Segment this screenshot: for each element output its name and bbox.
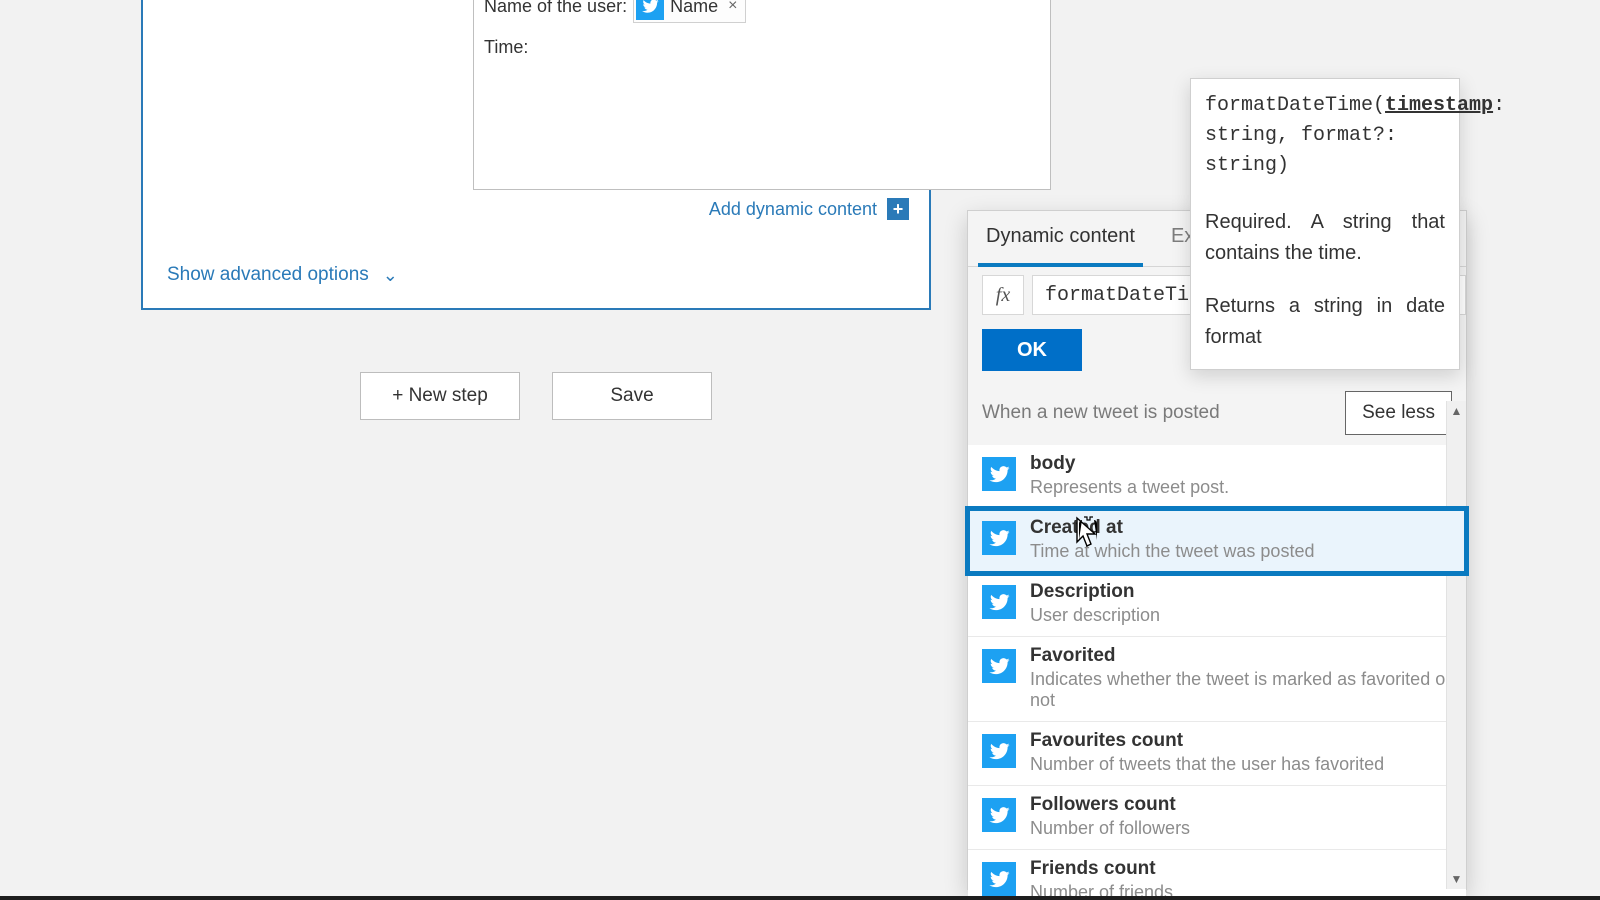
list-item[interactable]: Friends countNumber of friends bbox=[968, 850, 1466, 900]
save-button[interactable]: Save bbox=[552, 372, 712, 420]
ok-button[interactable]: OK bbox=[982, 329, 1082, 371]
message-prefix: Name of the user: bbox=[484, 0, 627, 17]
twitter-icon bbox=[982, 862, 1016, 896]
item-title: Description bbox=[1030, 581, 1452, 603]
list-item[interactable]: DescriptionUser description bbox=[968, 573, 1466, 637]
list-item[interactable]: Favourites countNumber of tweets that th… bbox=[968, 722, 1466, 786]
plus-icon: + bbox=[887, 198, 909, 220]
item-title: Friends count bbox=[1030, 858, 1452, 880]
item-desc: Time at which the tweet was posted bbox=[1030, 541, 1452, 562]
twitter-icon bbox=[982, 734, 1016, 768]
list-item[interactable]: FavoritedIndicates whether the tweet is … bbox=[968, 637, 1466, 722]
add-dynamic-label: Add dynamic content bbox=[709, 199, 877, 220]
item-desc: User description bbox=[1030, 605, 1452, 626]
item-desc: Represents a tweet post. bbox=[1030, 477, 1452, 498]
twitter-icon bbox=[982, 521, 1016, 555]
twitter-icon bbox=[982, 798, 1016, 832]
show-advanced-options[interactable]: Show advanced options ⌄ bbox=[167, 264, 398, 286]
twitter-icon bbox=[982, 585, 1016, 619]
scroll-up-icon[interactable]: ▲ bbox=[1447, 401, 1466, 421]
see-less-button[interactable]: See less bbox=[1345, 391, 1452, 435]
show-adv-label: Show advanced options bbox=[167, 264, 369, 286]
section-header-label: When a new tweet is posted bbox=[982, 402, 1220, 424]
tooltip-returns: Returns a string in date format bbox=[1205, 291, 1445, 353]
list-item[interactable]: Created atTime at which the tweet was po… bbox=[968, 509, 1466, 573]
time-label: Time: bbox=[484, 37, 528, 58]
dynamic-content-list: bodyRepresents a tweet post.Created atTi… bbox=[968, 445, 1466, 900]
new-step-button[interactable]: + New step bbox=[360, 372, 520, 420]
chevron-down-icon: ⌄ bbox=[383, 265, 398, 286]
function-tooltip: formatDateTime(timestamp: string, format… bbox=[1190, 78, 1460, 370]
token-name[interactable]: Name × bbox=[633, 0, 746, 23]
token-remove[interactable]: × bbox=[728, 0, 737, 15]
scroll-down-icon[interactable]: ▼ bbox=[1447, 869, 1466, 889]
twitter-icon bbox=[982, 457, 1016, 491]
twitter-icon bbox=[982, 649, 1016, 683]
window-baseline bbox=[0, 896, 1600, 900]
item-desc: Number of tweets that the user has favor… bbox=[1030, 754, 1452, 775]
ok-label: OK bbox=[1017, 339, 1047, 362]
tooltip-required: Required. A string that contains the tim… bbox=[1205, 207, 1445, 269]
save-label: Save bbox=[610, 385, 653, 407]
item-title: body bbox=[1030, 453, 1452, 475]
action-card: Name of the user: Name × Time: Add dynam… bbox=[141, 0, 931, 310]
twitter-icon bbox=[636, 0, 664, 20]
section-header: When a new tweet is posted See less bbox=[968, 381, 1466, 445]
add-dynamic-content-link[interactable]: Add dynamic content + bbox=[709, 198, 909, 220]
message-textarea[interactable]: Name of the user: Name × Time: bbox=[473, 0, 1051, 190]
list-item[interactable]: bodyRepresents a tweet post. bbox=[968, 445, 1466, 509]
fx-badge: fx bbox=[982, 275, 1024, 315]
tab-dynamic-content[interactable]: Dynamic content bbox=[968, 211, 1153, 266]
item-title: Followers count bbox=[1030, 794, 1452, 816]
item-title: Favourites count bbox=[1030, 730, 1452, 752]
list-item[interactable]: Followers countNumber of followers bbox=[968, 786, 1466, 850]
item-desc: Number of followers bbox=[1030, 818, 1452, 839]
footer-buttons: + New step Save bbox=[360, 372, 712, 420]
scrollbar[interactable]: ▲ ▼ bbox=[1446, 401, 1466, 889]
see-less-label: See less bbox=[1362, 402, 1435, 423]
tab-dynamic-label: Dynamic content bbox=[986, 225, 1135, 247]
new-step-label: + New step bbox=[392, 385, 488, 407]
item-title: Created at bbox=[1030, 517, 1452, 539]
token-label: Name bbox=[670, 0, 718, 17]
item-title: Favorited bbox=[1030, 645, 1452, 667]
function-signature: formatDateTime(timestamp: string, format… bbox=[1205, 91, 1445, 181]
item-desc: Indicates whether the tweet is marked as… bbox=[1030, 669, 1452, 711]
